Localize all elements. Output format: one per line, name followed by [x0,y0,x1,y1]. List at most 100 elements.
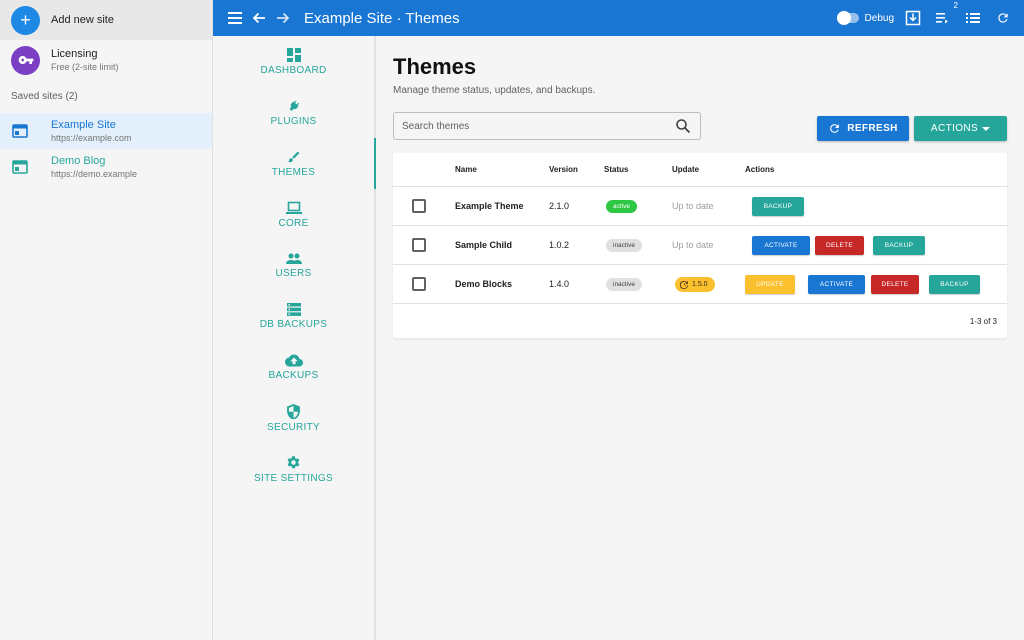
cloud-upload-icon [284,354,303,367]
search-icon[interactable] [675,118,691,134]
table-footer: 1-3 of 3 [393,304,1007,338]
nav-plugins[interactable]: PLUGINS [213,87,374,138]
saved-sites-header: Saved sites (2) [11,91,78,102]
plug-icon [289,99,299,111]
nav-label: CORE [278,217,309,229]
backup-button[interactable]: BACKUP [929,275,980,294]
row-checkbox[interactable] [412,238,426,252]
refresh-icon [830,124,840,133]
users-icon [285,253,302,264]
site-name: Example Site [51,118,116,131]
back-arrow-icon[interactable] [248,7,270,29]
delete-button[interactable]: DELETE [871,275,919,294]
col-actions: Actions [745,165,775,174]
col-version[interactable]: Version [549,165,578,174]
actions-menu-button[interactable]: ACTIONS [914,116,1007,141]
backup-button[interactable]: BACKUP [752,197,804,216]
table-row: Demo Blocks 1.4.0 inactive 1.5.0 UPDATE … [393,265,1007,304]
shield-icon [287,404,300,419]
toggle-knob [836,11,851,25]
col-status[interactable]: Status [604,165,628,174]
nav-label: DB BACKUPS [259,319,328,330]
page-subtitle: Manage theme status, updates, and backup… [393,85,596,96]
nav-label: SECURITY [267,422,320,433]
backup-button[interactable]: BACKUP [873,236,925,255]
row-checkbox[interactable] [412,277,426,291]
debug-toggle[interactable]: Debug [836,11,894,25]
site-url: https://demo.example [51,168,138,179]
nav-label: PLUGINS [270,115,317,127]
activate-button[interactable]: ACTIVATE [752,236,810,255]
actions-label: ACTIONS [930,123,979,134]
theme-name: Demo Blocks [455,279,513,289]
update-button[interactable]: UPDATE [745,275,795,294]
gear-icon [287,456,300,469]
theme-name: Example Theme [455,201,524,211]
themes-table: Name Version Status Update Actions Examp… [393,153,1007,338]
nav-core[interactable]: CORE [213,189,374,240]
col-update[interactable]: Update [672,165,699,174]
activate-button[interactable]: ACTIVATE [808,275,865,294]
web-window-icon [11,158,29,176]
nav-site-settings[interactable]: SITE SETTINGS [213,444,374,495]
licensing-subtitle: Free (2-site limit) [51,61,119,72]
update-version: 1.5.0 [692,281,708,288]
nav-security[interactable]: SECURITY [213,393,374,444]
update-available-chip[interactable]: 1.5.0 [675,277,715,292]
toggle-track [836,11,859,25]
app-bar: Example Site · Themes Debug 2 [213,0,1024,36]
refresh-label: REFRESH [847,123,898,134]
dashboard-icon [286,47,301,62]
theme-version: 1.4.0 [549,279,570,289]
database-icon [286,303,301,316]
col-name[interactable]: Name [455,165,477,174]
menu-icon[interactable] [224,7,246,29]
key-icon [11,45,40,75]
nav-users[interactable]: USERS [213,240,374,291]
nav-label: DASHBOARD [260,64,327,76]
delete-button[interactable]: DELETE [815,236,864,255]
nav-backups[interactable]: BACKUPS [213,342,374,393]
status-badge: active [606,200,637,213]
forward-arrow-icon[interactable] [272,7,294,29]
nav-themes[interactable]: THEMES [213,138,376,189]
theme-name: Sample Child [455,240,513,250]
update-status: Up to date [672,240,714,250]
chevron-down-icon [982,126,991,131]
nav-dashboard[interactable]: DASHBOARD [213,36,374,87]
refresh-button[interactable]: REFRESH [817,116,909,141]
search-box [393,112,701,140]
row-checkbox[interactable] [412,199,426,213]
site-url: https://example.com [51,132,132,143]
queue-icon[interactable]: 2 [932,1,958,29]
main-content: Themes Manage theme status, updates, and… [376,36,1024,640]
status-badge: inactive [606,239,643,252]
update-status: Up to date [672,201,714,211]
update-clock-icon [680,280,688,289]
nav-db-backups[interactable]: DB BACKUPS [213,291,374,342]
nav-label: SITE SETTINGS [254,473,333,484]
brush-icon [287,151,299,162]
add-site-button[interactable]: + Add new site [0,0,212,40]
refresh-icon[interactable] [992,7,1014,29]
theme-version: 1.0.2 [549,240,570,250]
nav-label: THEMES [271,166,316,178]
list-icon[interactable] [962,7,984,29]
laptop-icon [285,201,302,214]
licensing-item[interactable]: Licensing Free (2-site limit) [0,40,212,80]
download-icon[interactable] [902,7,924,29]
site-name: Demo Blog [51,154,106,167]
web-window-icon [11,122,29,140]
site-item-demo[interactable]: Demo Blog https://demo.example [0,149,212,185]
search-input[interactable] [402,120,675,132]
add-site-label: Add new site [51,14,114,26]
theme-version: 2.1.0 [549,201,570,211]
sites-panel: + Add new site Licensing Free (2-site li… [0,0,213,640]
section-nav: DASHBOARD PLUGINS THEMES CORE USERS DB B… [213,36,376,640]
licensing-title: Licensing [51,47,98,60]
site-item-example[interactable]: Example Site https://example.com [0,113,212,149]
nav-label: BACKUPS [268,370,319,381]
table-header: Name Version Status Update Actions [393,153,1007,187]
page-breadcrumb-title: Example Site · Themes [304,9,460,27]
queue-badge: 2 [953,1,958,10]
